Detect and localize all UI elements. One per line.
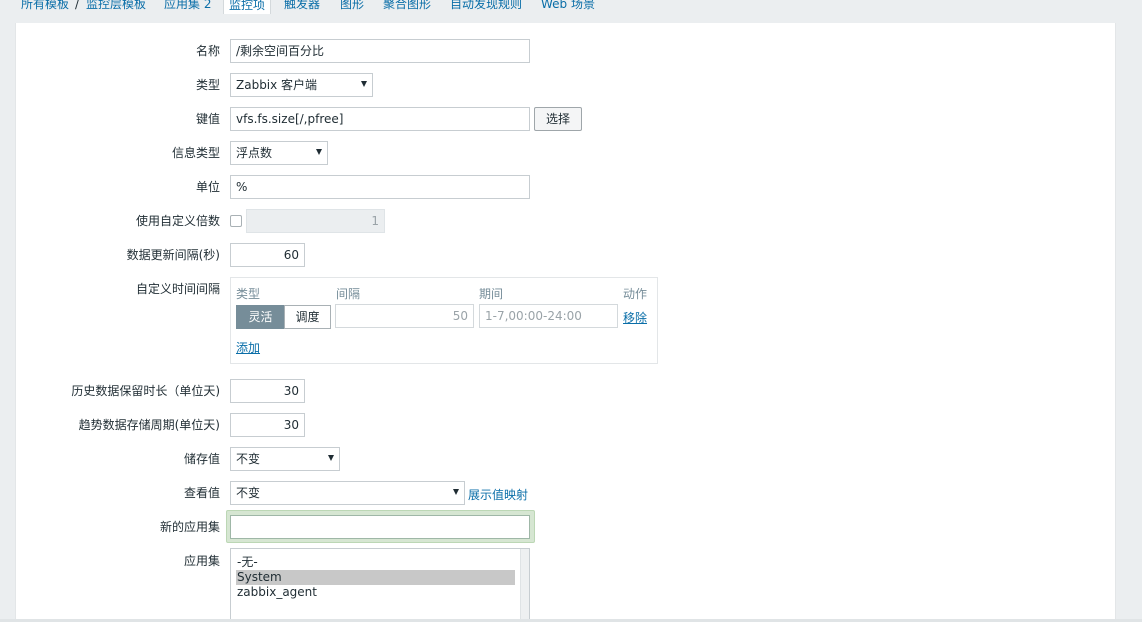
listbox-scrollbar[interactable] bbox=[520, 549, 529, 621]
list-item[interactable]: -无- bbox=[236, 555, 515, 570]
breadcrumb-separator: / bbox=[75, 0, 80, 11]
dropdown-arrow-icon bbox=[328, 455, 334, 461]
type-label: 类型 bbox=[195, 78, 220, 92]
tab-triggers[interactable]: 触发器 bbox=[284, 0, 320, 14]
scheduling-toggle[interactable]: 调度 bbox=[284, 305, 331, 329]
trends-input[interactable]: 30 bbox=[230, 413, 305, 437]
store-value-label: 储存值 bbox=[183, 452, 220, 466]
history-label: 历史数据保留时长（单位天) bbox=[71, 384, 220, 398]
dropdown-arrow-icon bbox=[361, 81, 367, 87]
tab-all-templates[interactable]: 所有模板 bbox=[21, 0, 69, 14]
multiplier-label: 使用自定义倍数 bbox=[135, 214, 220, 228]
custom-intervals-label: 自定义时间间隔 bbox=[135, 282, 220, 296]
tab-graphs[interactable]: 图形 bbox=[340, 0, 364, 14]
info-type-label: 信息类型 bbox=[171, 146, 220, 160]
tab-template-name[interactable]: 监控层模板 bbox=[86, 0, 146, 14]
interval-input[interactable]: 50 bbox=[335, 304, 474, 328]
key-input[interactable]: vfs.fs.size[/,pfree] bbox=[230, 107, 530, 131]
history-input[interactable]: 30 bbox=[230, 379, 305, 403]
applications-label: 应用集 bbox=[183, 554, 220, 568]
show-value-label: 查看值 bbox=[183, 486, 220, 500]
store-value-value: 不变 bbox=[236, 452, 261, 466]
info-type-select[interactable]: 浮点数 bbox=[230, 141, 328, 165]
dropdown-arrow-icon bbox=[316, 149, 322, 155]
update-interval-input[interactable]: 60 bbox=[230, 243, 305, 267]
add-interval-link[interactable]: 添加 bbox=[236, 339, 260, 356]
list-item-selected[interactable]: System bbox=[236, 570, 515, 585]
top-tabs: 所有模板 / 监控层模板 应用集 2 监控项 触发器 图形 聚合图形 自动发现规… bbox=[0, 0, 1142, 14]
remove-link[interactable]: 移除 bbox=[623, 309, 647, 326]
dropdown-arrow-icon bbox=[453, 489, 459, 495]
multiplier-checkbox[interactable] bbox=[230, 215, 242, 227]
col-header-action: 动作 bbox=[623, 287, 648, 301]
name-input[interactable]: /剩余空间百分比 bbox=[230, 39, 530, 63]
trends-label: 趋势数据存储周期(单位天) bbox=[78, 418, 220, 432]
units-input[interactable]: % bbox=[230, 175, 530, 199]
flexible-toggle[interactable]: 灵活 bbox=[236, 305, 285, 329]
tab-discovery-rules[interactable]: 自动发现规则 bbox=[450, 0, 522, 14]
type-select[interactable]: Zabbix 客户端 bbox=[230, 73, 373, 97]
applications-listbox[interactable]: -无- System zabbix_agent bbox=[230, 548, 530, 622]
new-application-label: 新的应用集 bbox=[159, 520, 220, 534]
tab-items[interactable]: 监控项 bbox=[223, 0, 272, 14]
multiplier-input: 1 bbox=[246, 209, 385, 233]
custom-intervals-table: 类型 间隔 期间 动作 灵活 调度 50 1-7,00:00-24:00 移除 … bbox=[230, 277, 658, 364]
name-label: 名称 bbox=[195, 44, 220, 58]
update-interval-label: 数据更新间隔(秒) bbox=[126, 248, 220, 262]
tab-screens[interactable]: 聚合图形 bbox=[383, 0, 431, 14]
show-value-mappings-link[interactable]: 展示值映射 bbox=[468, 486, 528, 503]
list-item[interactable]: zabbix_agent bbox=[236, 585, 515, 600]
show-value-value: 不变 bbox=[236, 486, 261, 500]
period-input[interactable]: 1-7,00:00-24:00 bbox=[479, 304, 618, 328]
col-header-interval: 间隔 bbox=[336, 287, 361, 301]
new-application-input[interactable] bbox=[230, 515, 530, 539]
tab-web-scenarios[interactable]: Web 场景 bbox=[541, 0, 595, 14]
col-header-period: 期间 bbox=[479, 287, 504, 301]
info-type-value: 浮点数 bbox=[236, 146, 273, 160]
key-label: 键值 bbox=[195, 112, 220, 126]
show-value-select[interactable]: 不变 bbox=[230, 481, 465, 505]
type-select-value: Zabbix 客户端 bbox=[236, 78, 318, 92]
col-header-type: 类型 bbox=[236, 287, 261, 301]
store-value-select[interactable]: 不变 bbox=[230, 447, 340, 471]
tab-applications[interactable]: 应用集 2 bbox=[164, 0, 211, 14]
select-key-button[interactable]: 选择 bbox=[534, 107, 582, 131]
units-label: 单位 bbox=[195, 180, 220, 194]
